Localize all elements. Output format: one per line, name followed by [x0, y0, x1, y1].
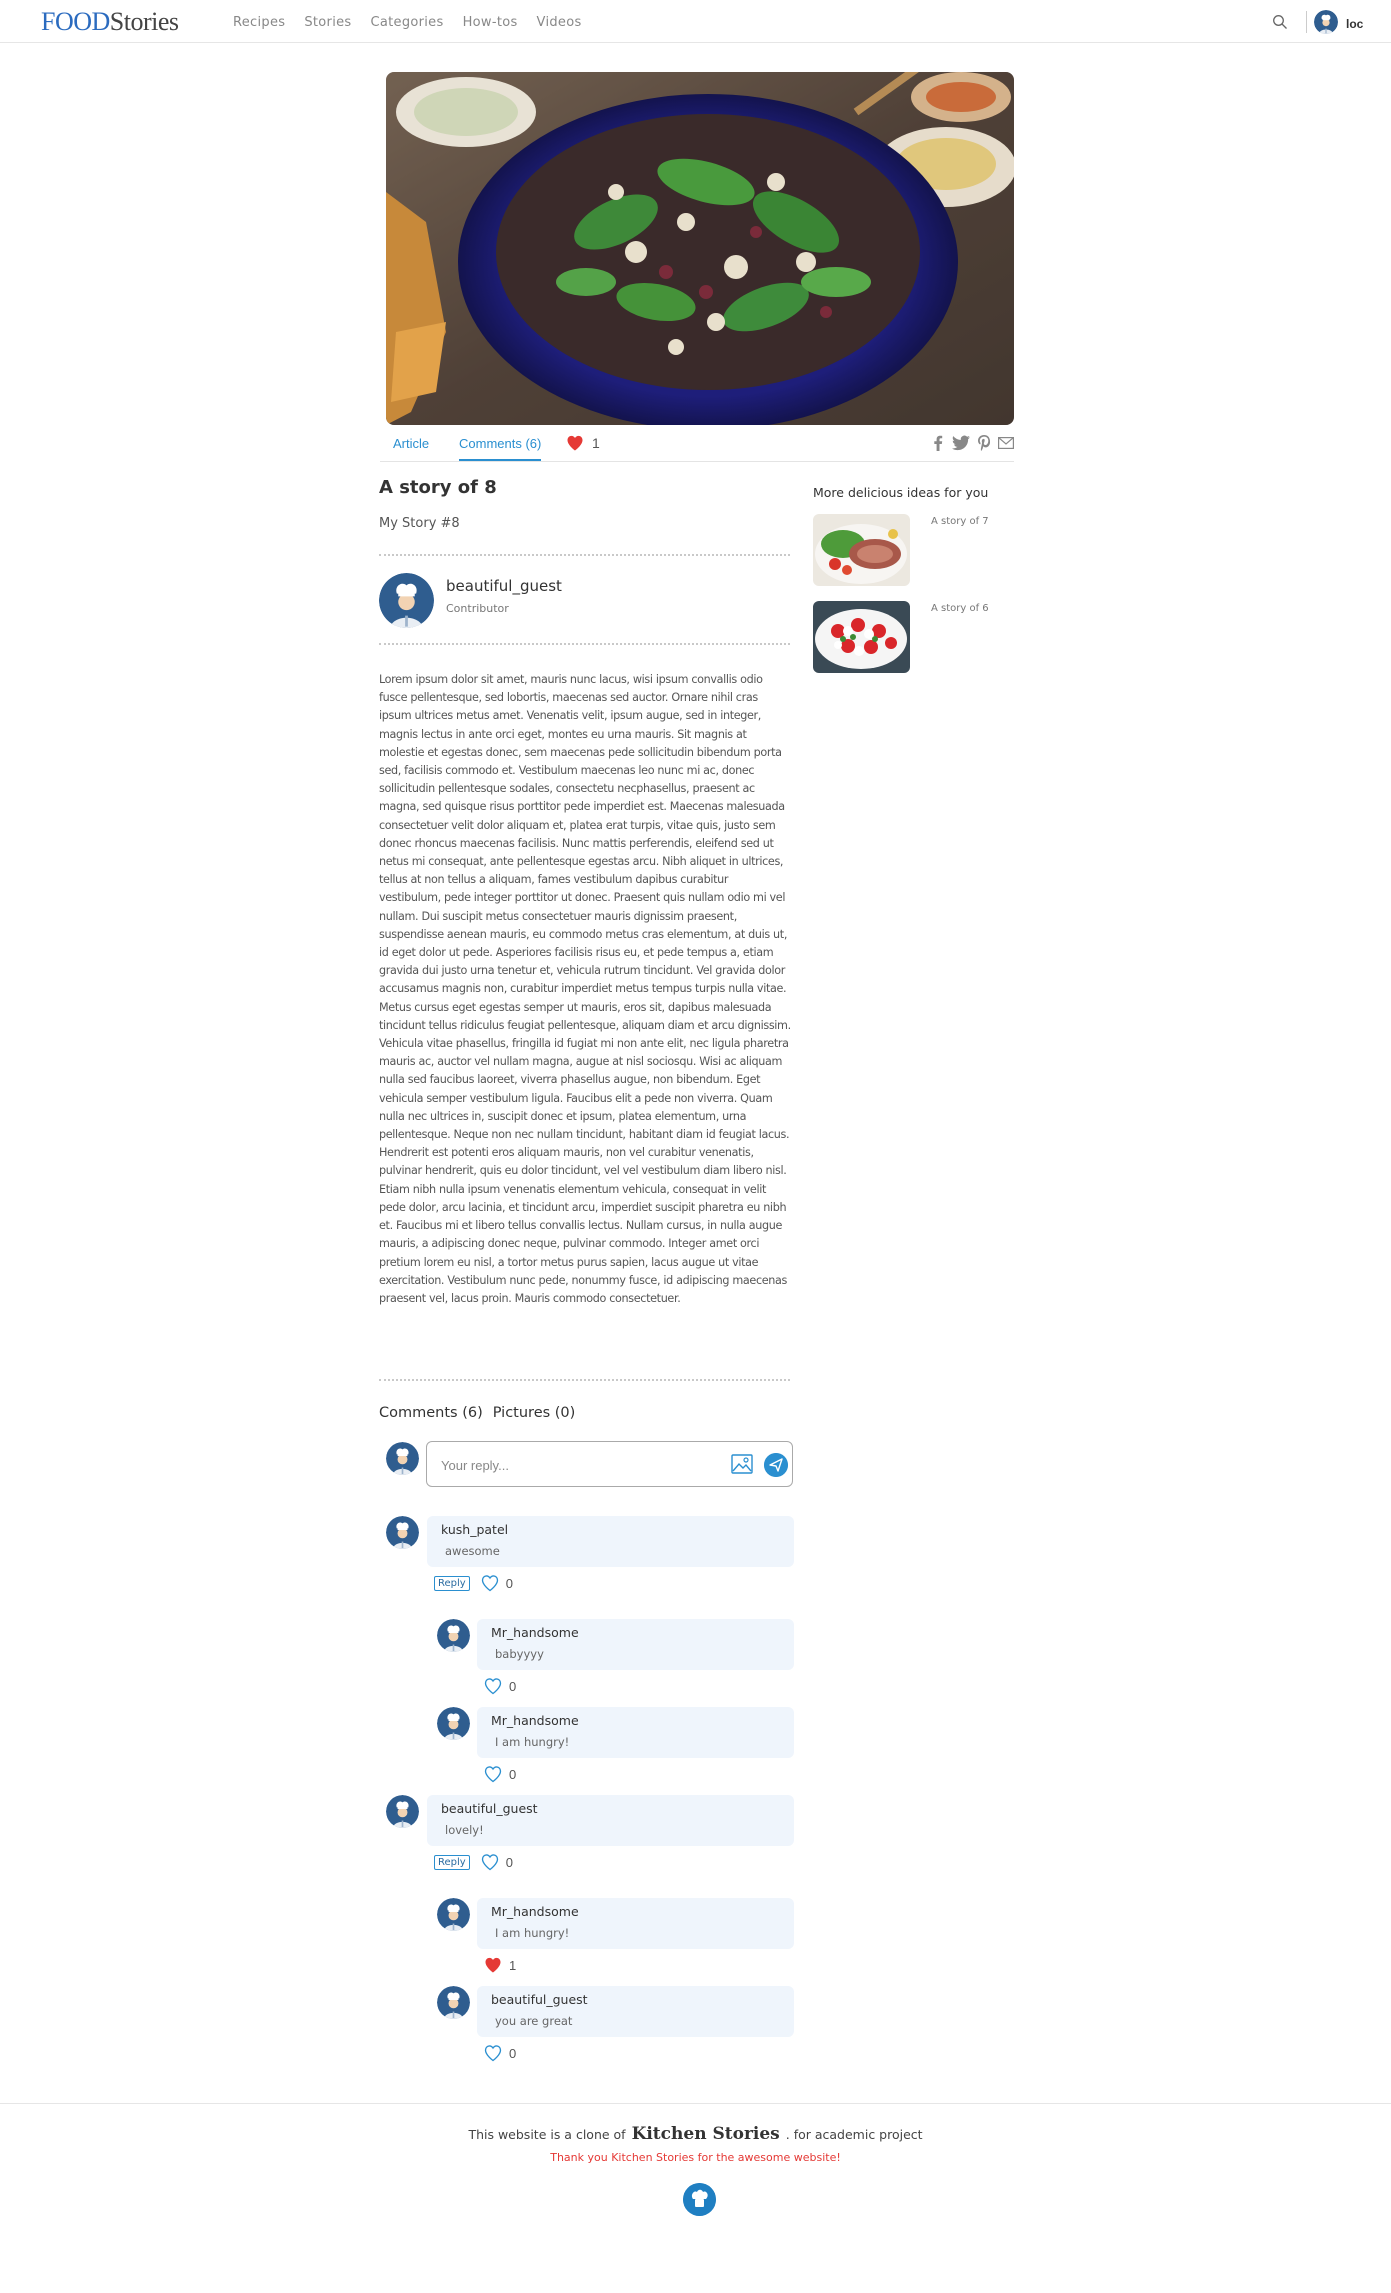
- header-divider: [1306, 11, 1307, 33]
- comment-username[interactable]: Mr_handsome: [491, 1625, 579, 1640]
- comment-text: babyyyy: [495, 1647, 544, 1661]
- article-tabs: Article Comments (6) 1: [380, 424, 1014, 462]
- comment-avatar[interactable]: [437, 1619, 470, 1652]
- article-body: Lorem ipsum dolor sit amet, mauris nunc …: [379, 673, 791, 1305]
- main-nav: Recipes Stories Categories How-tos Video…: [233, 15, 582, 30]
- site-logo[interactable]: FOODStories: [41, 6, 179, 37]
- article-subtitle: My Story #8: [379, 516, 460, 531]
- dotted-divider: [379, 643, 790, 645]
- tab-article[interactable]: Article: [393, 436, 429, 451]
- comment-avatar[interactable]: [386, 1516, 419, 1549]
- send-icon[interactable]: [764, 1453, 788, 1477]
- pinterest-icon[interactable]: [978, 435, 990, 451]
- hero-salad-image: [386, 72, 1014, 425]
- author-name[interactable]: beautiful_guest: [446, 577, 562, 595]
- comment-text: I am hungry!: [495, 1735, 570, 1749]
- comment-text: I am hungry!: [495, 1926, 570, 1940]
- share-icons: [932, 435, 1014, 451]
- comment-username[interactable]: beautiful_guest: [491, 1992, 588, 2007]
- related-story-6-image[interactable]: [813, 601, 910, 673]
- current-user-avatar: [386, 1442, 419, 1475]
- heart-filled-icon[interactable]: [565, 433, 585, 453]
- footer-credit: This website is a clone of Kitchen Storie…: [0, 2124, 1391, 2144]
- comment-actions: 0: [483, 1764, 516, 1784]
- nav-videos[interactable]: Videos: [537, 15, 582, 30]
- comment-username[interactable]: beautiful_guest: [441, 1801, 538, 1816]
- heart-outline-icon[interactable]: [483, 2043, 503, 2063]
- footer-prefix: This website is a clone of: [468, 2127, 626, 2142]
- comment-bubble: Mr_handsome I am hungry!: [477, 1898, 794, 1949]
- comment-avatar[interactable]: [386, 1795, 419, 1828]
- heart-filled-icon[interactable]: [483, 1955, 503, 1975]
- comment-username[interactable]: Mr_handsome: [491, 1904, 579, 1919]
- comment-username[interactable]: kush_patel: [441, 1522, 508, 1537]
- comment-like-count: 0: [505, 1854, 513, 1870]
- heart-outline-icon[interactable]: [480, 1573, 500, 1593]
- pictures-count-tab[interactable]: Pictures (0): [493, 1405, 576, 1421]
- top-navbar: FOODStories Recipes Stories Categories H…: [0, 0, 1391, 43]
- twitter-icon[interactable]: [952, 435, 970, 451]
- comment-actions: 1: [483, 1955, 516, 1975]
- footer-thanks: Thank you Kitchen Stories for the awesom…: [550, 2151, 841, 2164]
- comment-like-count: 0: [509, 1678, 517, 1694]
- logo-food-text: FOOD: [41, 7, 110, 36]
- comment-bubble: Mr_handsome I am hungry!: [477, 1707, 794, 1758]
- reply-composer: [426, 1441, 793, 1487]
- mail-icon[interactable]: [998, 437, 1014, 449]
- nav-categories[interactable]: Categories: [370, 15, 443, 30]
- image-upload-icon[interactable]: [731, 1453, 753, 1475]
- comment-actions: Reply 0: [434, 1852, 513, 1872]
- facebook-icon[interactable]: [932, 435, 944, 451]
- logo-stories-text: Stories: [109, 7, 179, 36]
- reply-button[interactable]: Reply: [434, 1575, 470, 1591]
- comment-username[interactable]: Mr_handsome: [491, 1713, 579, 1728]
- comment-avatar[interactable]: [437, 1707, 470, 1740]
- reply-input[interactable]: [441, 1454, 701, 1476]
- comment-bubble: kush_patel awesome: [427, 1516, 794, 1567]
- dotted-divider: [379, 1379, 790, 1381]
- tab-comments[interactable]: Comments (6): [459, 436, 542, 461]
- related-story-6-label[interactable]: A story of 6: [931, 603, 989, 614]
- heart-outline-icon[interactable]: [483, 1676, 503, 1696]
- comment-like-count: 1: [509, 1957, 517, 1973]
- comments-count-tab[interactable]: Comments (6): [379, 1405, 483, 1421]
- related-story-7-image[interactable]: [813, 514, 910, 586]
- reply-button[interactable]: Reply: [434, 1854, 470, 1870]
- comment-like-count: 0: [509, 1766, 517, 1782]
- dotted-divider: [379, 554, 790, 556]
- comment-bubble: beautiful_guest lovely!: [427, 1795, 794, 1846]
- footer-chef-hat-icon[interactable]: [683, 2183, 716, 2216]
- username-label[interactable]: loc: [1346, 17, 1363, 31]
- comment-bubble: beautiful_guest you are great: [477, 1986, 794, 2037]
- nav-recipes[interactable]: Recipes: [233, 15, 285, 30]
- comment-actions: Reply 0: [434, 1573, 513, 1593]
- comment-text: awesome: [445, 1544, 500, 1558]
- author-avatar[interactable]: [379, 573, 434, 628]
- article-like[interactable]: 1: [565, 433, 600, 453]
- comment-text: you are great: [495, 2014, 573, 2028]
- search-icon[interactable]: [1272, 14, 1288, 30]
- article-like-count: 1: [592, 435, 600, 451]
- heart-outline-icon[interactable]: [480, 1852, 500, 1872]
- comments-header: Comments (6) Pictures (0): [379, 1405, 575, 1421]
- site-footer: This website is a clone of Kitchen Storie…: [0, 2103, 1391, 2293]
- comment-like-count: 0: [505, 1575, 513, 1591]
- article-title: A story of 8: [379, 477, 497, 498]
- nav-how-tos[interactable]: How-tos: [463, 15, 518, 30]
- author-role: Contributor: [446, 602, 509, 615]
- nav-stories[interactable]: Stories: [304, 15, 351, 30]
- heart-outline-icon[interactable]: [483, 1764, 503, 1784]
- comment-actions: 0: [483, 2043, 516, 2063]
- footer-suffix: . for academic project: [785, 2127, 923, 2142]
- comment-avatar[interactable]: [437, 1986, 470, 2019]
- footer-brand[interactable]: Kitchen Stories: [632, 2124, 780, 2144]
- comment-actions: 0: [483, 1676, 516, 1696]
- related-title: More delicious ideas for you: [813, 485, 989, 500]
- related-story-7-label[interactable]: A story of 7: [931, 516, 989, 527]
- comment-text: lovely!: [445, 1823, 484, 1837]
- comment-like-count: 0: [509, 2045, 517, 2061]
- user-avatar[interactable]: [1314, 10, 1338, 34]
- comment-avatar[interactable]: [437, 1898, 470, 1931]
- comment-bubble: Mr_handsome babyyyy: [477, 1619, 794, 1670]
